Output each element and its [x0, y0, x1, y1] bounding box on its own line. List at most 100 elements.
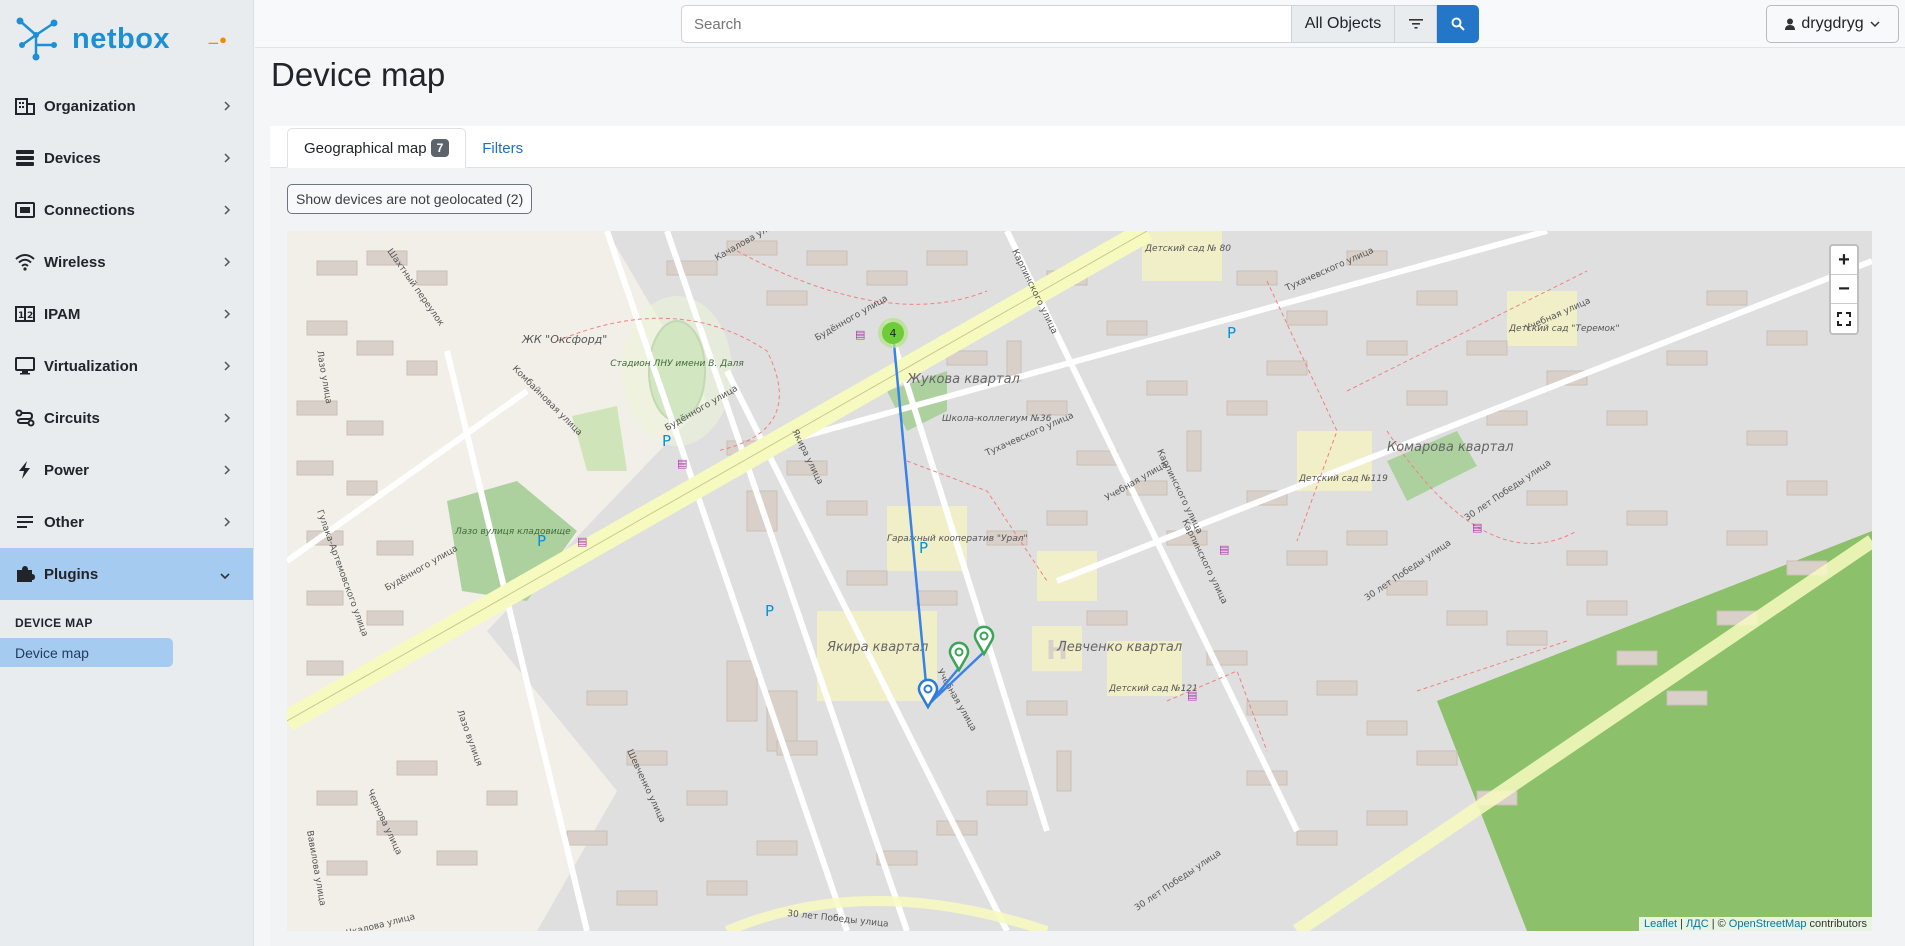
- sidebar-item-label: Devices: [44, 149, 101, 167]
- device-map[interactable]: Н ЖК "Оксфорд" Стадион ЛНУ имени В. Даля…: [287, 231, 1872, 931]
- sidebar-item-label: IPAM: [44, 305, 81, 323]
- label-zhukova: Жукова квартал: [906, 372, 1020, 387]
- notes-icon: [14, 511, 36, 533]
- zoom-controls: + −: [1829, 244, 1859, 335]
- search-input[interactable]: [681, 5, 1291, 43]
- svg-text:2: 2: [27, 311, 33, 321]
- plugin-section-header: DEVICE MAP: [15, 616, 93, 630]
- svg-text:1: 1: [18, 311, 24, 321]
- shop-icon: ▤: [1187, 689, 1197, 702]
- osm-link[interactable]: OpenStreetMap: [1729, 918, 1807, 930]
- tab-geographical-map[interactable]: Geographical map 7: [287, 128, 467, 168]
- leaflet-link[interactable]: Leaflet: [1644, 918, 1677, 930]
- sidebar-item-organization[interactable]: Organization: [0, 80, 253, 132]
- chevron-right-icon: [223, 151, 231, 168]
- label-school: Школа-коллегиум №36: [942, 414, 1052, 424]
- lds-link[interactable]: ЛДС: [1686, 918, 1709, 930]
- label-stadium: Стадион ЛНУ имени В. Даля: [610, 359, 744, 369]
- sidebar-item-devices[interactable]: Devices: [0, 132, 253, 184]
- sidebar-item-label: Circuits: [44, 409, 100, 427]
- sidebar-item-label: Connections: [44, 201, 135, 219]
- chevron-right-icon: [223, 359, 231, 376]
- tabs: Geographical map 7 Filters: [287, 128, 539, 168]
- ethernet-icon: [14, 199, 36, 221]
- fullscreen-button[interactable]: [1831, 304, 1857, 333]
- wifi-icon: [14, 251, 36, 273]
- counter-icon: 12: [14, 303, 36, 325]
- chevron-right-icon: [223, 411, 231, 428]
- brand[interactable]: netbox ⚊●: [0, 0, 253, 78]
- topbar: All Objects drygdryg: [255, 0, 1905, 48]
- chevron-right-icon: [223, 463, 231, 480]
- sidebar-item-wireless[interactable]: Wireless: [0, 236, 253, 288]
- sidebar-item-label: Plugins: [44, 565, 99, 583]
- sidebar-item-device-map[interactable]: Device map: [0, 638, 173, 667]
- user-icon: [1785, 18, 1796, 30]
- label-yakira: Якира квартал: [826, 640, 928, 655]
- user-menu-button[interactable]: drygdryg: [1766, 5, 1899, 43]
- zoom-in-button[interactable]: +: [1831, 246, 1857, 275]
- sidebar-item-label: Wireless: [44, 253, 106, 271]
- label-oxford: ЖК "Оксфорд": [521, 333, 607, 346]
- sidebar-item-ipam[interactable]: 12 IPAM: [0, 288, 253, 340]
- cluster-count: 4: [890, 327, 897, 340]
- sidebar-item-label: Power: [44, 461, 90, 479]
- sidebar-item-circuits[interactable]: Circuits: [0, 392, 253, 444]
- chevron-down-icon: [1870, 21, 1880, 27]
- lightning-icon: [14, 459, 36, 481]
- label-cemetery: Лазо вулиця кладовище: [454, 527, 571, 537]
- building-icon: [14, 95, 36, 117]
- label-garage: Гаражный кооператив "Урал": [887, 534, 1028, 544]
- search-filter-button[interactable]: [1395, 5, 1437, 43]
- chevron-right-icon: [223, 203, 231, 220]
- sidebar-item-label: Organization: [44, 97, 136, 115]
- sidebar-item-power[interactable]: Power: [0, 444, 253, 496]
- zoom-out-button[interactable]: −: [1831, 275, 1857, 304]
- search-submit-button[interactable]: [1437, 5, 1479, 43]
- filter-icon: [1408, 19, 1423, 29]
- label-kg80: Детский сад № 80: [1144, 244, 1231, 254]
- global-search: All Objects: [681, 5, 1479, 43]
- user-name: drygdryg: [1801, 15, 1864, 32]
- label-kg119: Детский сад №119: [1298, 474, 1388, 484]
- sidebar-item-plugins[interactable]: Plugins: [0, 548, 253, 600]
- parking-icon: P: [662, 432, 671, 450]
- label-levchenko: Левченко квартал: [1056, 640, 1182, 655]
- show-not-geolocated-button[interactable]: Show devices are not geolocated (2): [287, 184, 533, 214]
- chevron-right-icon: [223, 515, 231, 532]
- tab-label: Geographical map: [304, 139, 427, 157]
- parking-icon: P: [919, 539, 928, 557]
- shop-icon: ▤: [855, 328, 865, 341]
- chevron-right-icon: [223, 99, 231, 116]
- shop-icon: ▤: [1219, 543, 1229, 556]
- shop-icon: ▤: [577, 535, 587, 548]
- fullscreen-icon: [1837, 311, 1851, 326]
- tab-filters[interactable]: Filters: [466, 128, 539, 168]
- sidebar-item-other[interactable]: Other: [0, 496, 253, 548]
- search-icon: [1451, 17, 1465, 31]
- page-title: Device map: [271, 56, 446, 93]
- netbox-logo-icon: [16, 17, 58, 61]
- sidebar-pin-icon[interactable]: ⚊●: [207, 32, 227, 48]
- device-cluster[interactable]: 4: [878, 318, 908, 348]
- parking-icon: P: [1227, 324, 1236, 342]
- sidebar-item-label: Virtualization: [44, 357, 138, 375]
- parking-icon: P: [537, 532, 546, 550]
- attribution-suffix: contributors: [1809, 918, 1867, 930]
- sidebar-item-label: Other: [44, 513, 85, 531]
- puzzle-icon: [14, 563, 36, 585]
- search-scope-dropdown[interactable]: All Objects: [1291, 5, 1395, 43]
- chevron-right-icon: [223, 255, 231, 272]
- label-kg121: Детский сад №121: [1108, 684, 1198, 694]
- server-icon: [14, 147, 36, 169]
- count-badge: 7: [430, 139, 450, 157]
- sidebar: netbox ⚊● Organization Devices Connectio…: [0, 0, 254, 946]
- sidebar-item-connections[interactable]: Connections: [0, 184, 253, 236]
- parking-icon: P: [765, 602, 774, 620]
- monitor-icon: [14, 355, 36, 377]
- label-komarova: Комарова квартал: [1387, 440, 1514, 455]
- sidebar-item-virtualization[interactable]: Virtualization: [0, 340, 253, 392]
- map-attribution: Leaflet | ЛДС | © OpenStreetMap contribu…: [1639, 917, 1872, 931]
- transit-icon: [14, 407, 36, 429]
- shop-icon: ▤: [677, 457, 687, 470]
